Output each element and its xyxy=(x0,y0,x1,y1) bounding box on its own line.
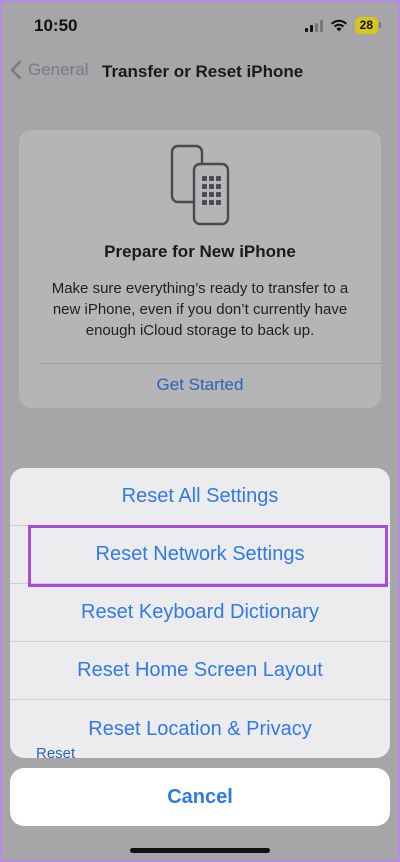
reset-home-screen-layout-option[interactable]: Reset Home Screen Layout xyxy=(10,642,390,700)
reset-keyboard-dictionary-option[interactable]: Reset Keyboard Dictionary xyxy=(10,584,390,642)
page-title: Transfer or Reset iPhone xyxy=(102,62,304,81)
reset-link-peek: Reset xyxy=(36,745,76,762)
status-icons: 28 xyxy=(304,17,382,34)
reset-action-sheet: Reset All Settings Reset Network Setting… xyxy=(10,468,390,758)
cancel-button[interactable]: Cancel xyxy=(10,768,390,826)
back-button[interactable]: General xyxy=(10,60,88,80)
wifi-icon xyxy=(330,19,347,32)
cellular-signal-icon xyxy=(304,19,323,32)
chevron-left-icon xyxy=(10,60,22,80)
transfer-phones-icon xyxy=(170,144,230,226)
status-time: 10:50 xyxy=(34,16,78,35)
back-label: General xyxy=(28,60,89,79)
highlighted-reset-network-settings xyxy=(28,525,388,587)
nav-bar: General Transfer or Reset iPhone xyxy=(0,56,400,90)
reset-all-settings-option[interactable]: Reset All Settings xyxy=(10,468,390,526)
prepare-description: Make sure everything’s ready to transfer… xyxy=(51,280,349,339)
prepare-title: Prepare for New iPhone xyxy=(104,242,296,261)
battery-icon: 28 xyxy=(354,17,382,34)
home-indicator xyxy=(130,848,270,853)
status-bar: 10:50 28 xyxy=(0,0,400,54)
prepare-card: Prepare for New iPhone Make sure everyth… xyxy=(19,130,381,408)
get-started-link[interactable]: Get Started xyxy=(19,375,381,395)
card-divider xyxy=(39,363,381,364)
